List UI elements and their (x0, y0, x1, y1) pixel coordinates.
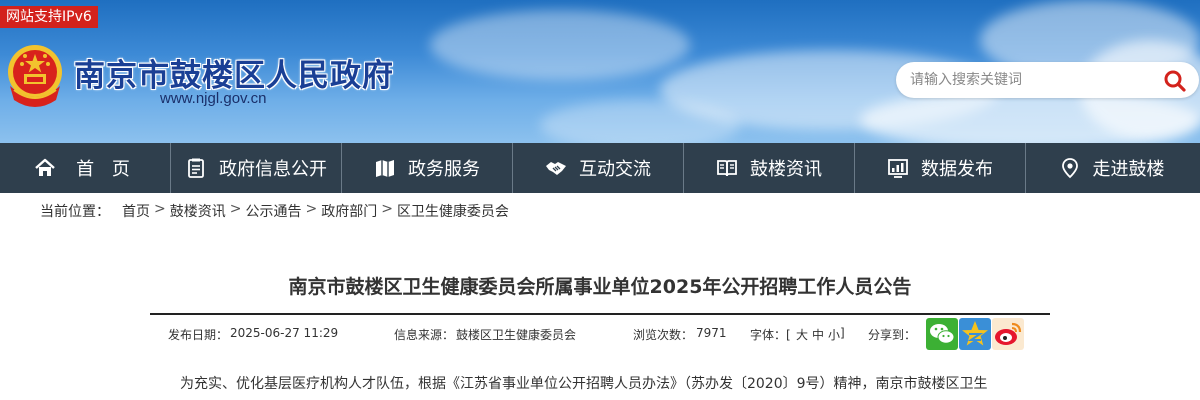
nav-item-label: 互动交流 (579, 159, 651, 180)
national-emblem-icon (8, 45, 62, 107)
font-size-label: 字体：[ (750, 328, 791, 342)
views-label: 浏览次数： (633, 328, 694, 342)
book-icon (717, 160, 737, 177)
nav-item-interaction[interactable]: 互动交流 (513, 143, 684, 193)
publish-date-label: 发布日期： (168, 328, 229, 342)
breadcrumb-separator: > (229, 201, 242, 217)
nav-item-label: 走进鼓楼 (1092, 159, 1165, 180)
breadcrumb-lead: 当前位置： (40, 204, 110, 220)
weibo-share-icon[interactable] (992, 318, 1024, 350)
location-icon (1061, 158, 1078, 179)
font-size-large-button[interactable]: 大 (796, 326, 808, 343)
main-nav: 首 页 政府信息公开 政务服务 互动交流 鼓楼资讯 数据发布 走进鼓楼 (0, 143, 1200, 193)
breadcrumb-separator: > (305, 201, 318, 217)
publish-date: 2025-06-27 11:29 (230, 326, 339, 340)
breadcrumb-link-notices[interactable]: 公示通告 (245, 201, 301, 221)
nav-item-about[interactable]: 走进鼓楼 (1026, 143, 1197, 193)
breadcrumb: 当前位置： 首页 > 鼓楼资讯 > 公示通告 > 政府部门 > 区卫生健康委员会 (40, 201, 509, 221)
site-domain: www.njgl.gov.cn (160, 90, 267, 107)
nav-item-label: 政府信息公开 (219, 159, 327, 180)
breadcrumb-link-health-commission[interactable]: 区卫生健康委员会 (397, 201, 509, 221)
font-size-bracket: ] (840, 326, 845, 340)
map-icon (376, 160, 394, 177)
nav-item-label: 政务服务 (408, 159, 480, 180)
search-box (896, 62, 1199, 98)
nav-item-news[interactable]: 鼓楼资讯 (684, 143, 855, 193)
source-value: 鼓楼区卫生健康委员会 (456, 328, 577, 342)
article-body-first-line: 为充实、优化基层医疗机构人才队伍，根据《江苏省事业单位公开招聘人员办法》（苏办发… (180, 376, 988, 392)
nav-item-gov-info[interactable]: 政府信息公开 (171, 143, 342, 193)
home-icon (35, 158, 55, 176)
share-label: 分享到： (868, 328, 917, 342)
site-title[interactable]: 南京市鼓楼区人民政府 (74, 50, 394, 95)
qzone-share-icon[interactable] (959, 318, 991, 350)
breadcrumb-link-news[interactable]: 鼓楼资讯 (170, 201, 226, 221)
nav-item-home[interactable]: 首 页 (0, 143, 171, 193)
site-header: 网站支持IPv6 南京市鼓楼区人民政府 www.njgl.gov.cn (0, 0, 1200, 143)
breadcrumb-separator: > (154, 201, 166, 217)
search-icon[interactable] (1163, 69, 1187, 93)
ipv6-badge: 网站支持IPv6 (0, 6, 98, 28)
document-icon (188, 158, 204, 178)
font-size-small-button[interactable]: 小 (828, 326, 840, 343)
views-count: 7971 (696, 326, 727, 340)
cloud-decoration (540, 100, 740, 143)
nav-item-label: 首 页 (76, 159, 136, 180)
search-input[interactable] (910, 69, 1150, 91)
nav-item-label: 数据发布 (921, 159, 993, 180)
wechat-share-icon[interactable] (926, 318, 958, 350)
article-title: 南京市鼓楼区卫生健康委员会所属事业单位2025年公开招聘工作人员公告 (288, 276, 912, 298)
cloud-decoration (430, 10, 690, 80)
source-label: 信息来源： (394, 328, 455, 342)
breadcrumb-separator: > (381, 201, 393, 217)
nav-item-label: 鼓楼资讯 (750, 159, 822, 180)
breadcrumb-link-home[interactable]: 首页 (122, 201, 150, 221)
handshake-icon (546, 162, 566, 175)
nav-item-services[interactable]: 政务服务 (342, 143, 513, 193)
chart-icon (888, 159, 908, 178)
title-divider (150, 313, 1050, 315)
breadcrumb-link-departments[interactable]: 政府部门 (321, 201, 377, 221)
font-size-medium-button[interactable]: 中 (812, 326, 824, 343)
nav-item-data[interactable]: 数据发布 (855, 143, 1026, 193)
